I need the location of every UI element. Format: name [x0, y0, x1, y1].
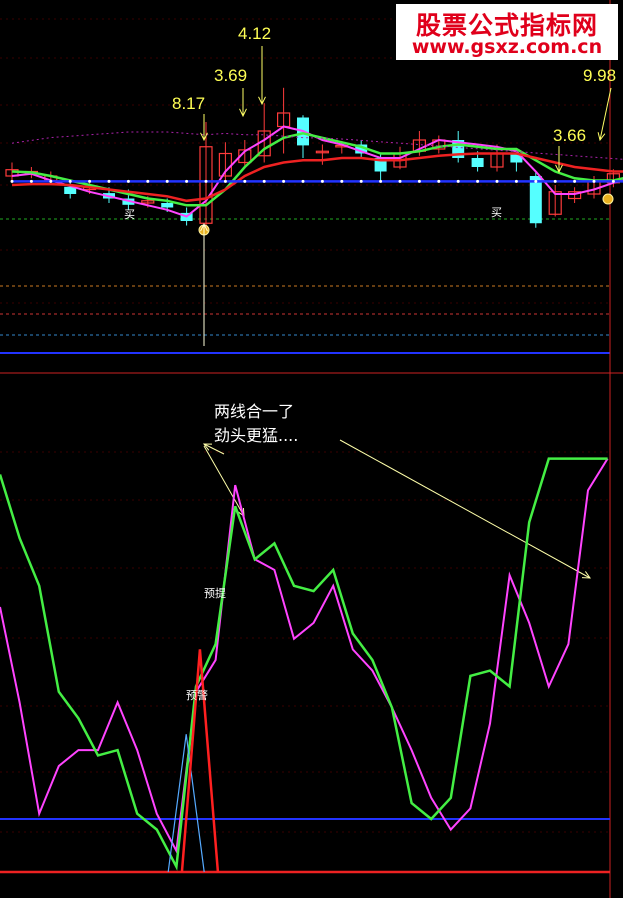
blue-line-dot-31	[611, 179, 615, 183]
warn-signal-2: 预警	[186, 689, 208, 702]
price-label-3: 4.12	[238, 24, 272, 43]
blue-line-dot-28	[553, 179, 557, 183]
blue-line-dot-21	[417, 179, 421, 183]
blue-line-dot-6	[126, 179, 130, 183]
candle-body-24	[471, 158, 484, 167]
blue-line-dot-17	[340, 179, 344, 183]
blue-line-dot-26	[514, 179, 518, 183]
blue-line-dot-5	[107, 179, 111, 183]
blue-line-dot-13	[262, 179, 266, 183]
blue-line-dot-10	[204, 179, 208, 183]
blue-line-dot-27	[534, 179, 538, 183]
blue-line-dot-4	[88, 179, 92, 183]
blue-line-dot-3	[68, 179, 72, 183]
price-label-1: 8.17	[172, 94, 206, 113]
sub-line-magenta	[0, 458, 609, 855]
blue-line-dot-25	[495, 179, 499, 183]
candlestick-series	[5, 87, 621, 230]
blue-line-dot-18	[359, 179, 363, 183]
annotation-line-2: 劲头更猛....	[214, 426, 299, 445]
blue-line-dot-24	[476, 179, 480, 183]
buy-signal-2: 买	[491, 206, 502, 219]
sub-line-green	[0, 457, 608, 871]
blue-line-dot-7	[146, 179, 150, 183]
arrow-note-left	[203, 445, 245, 517]
blue-line-dot-23	[456, 179, 460, 183]
chart-canvas	[0, 0, 623, 898]
blue-line-dot-29	[573, 179, 577, 183]
blue-line-dot-20	[398, 179, 402, 183]
blue-line-dot-14	[282, 179, 286, 183]
warn-signal-1: 预提	[204, 587, 226, 600]
blue-line-dot-12	[243, 179, 247, 183]
chart-stage: 股票公式指标网 www.gsxz.com.cn 8.17 3.69 4.12 3…	[0, 0, 623, 898]
lower-indicator-lines	[0, 457, 610, 874]
arrow-price-5	[599, 87, 612, 141]
blue-line-dot-2	[49, 179, 53, 183]
watermark-box: 股票公式指标网 www.gsxz.com.cn	[396, 4, 618, 60]
price-label-5: 9.98	[583, 66, 617, 85]
blue-line-dot-11	[223, 179, 227, 183]
coin-marker-2	[602, 193, 614, 205]
blue-line-dot-9	[185, 179, 189, 183]
annotation-line-1: 两线合一了	[214, 402, 295, 421]
blue-line-dot-8	[165, 179, 169, 183]
candle-body-27	[529, 176, 542, 224]
blue-line-dot-15	[301, 179, 305, 183]
blue-line-dot-30	[592, 179, 596, 183]
price-label-4: 3.66	[553, 126, 587, 145]
blue-line-dot-0	[10, 179, 14, 183]
arrow-note-right	[339, 439, 591, 579]
watermark-url: www.gsxz.com.cn	[411, 36, 603, 58]
blue-line-dot-16	[320, 179, 324, 183]
blue-line-dot-19	[379, 179, 383, 183]
candle-body-8	[161, 203, 174, 208]
buy-signal-1: 买	[124, 208, 135, 221]
price-label-2: 3.69	[214, 66, 248, 85]
blue-line-dot-22	[437, 179, 441, 183]
annotation-arrows	[200, 46, 612, 579]
blue-line-dot-1	[29, 179, 33, 183]
spike-cyan	[167, 734, 205, 873]
